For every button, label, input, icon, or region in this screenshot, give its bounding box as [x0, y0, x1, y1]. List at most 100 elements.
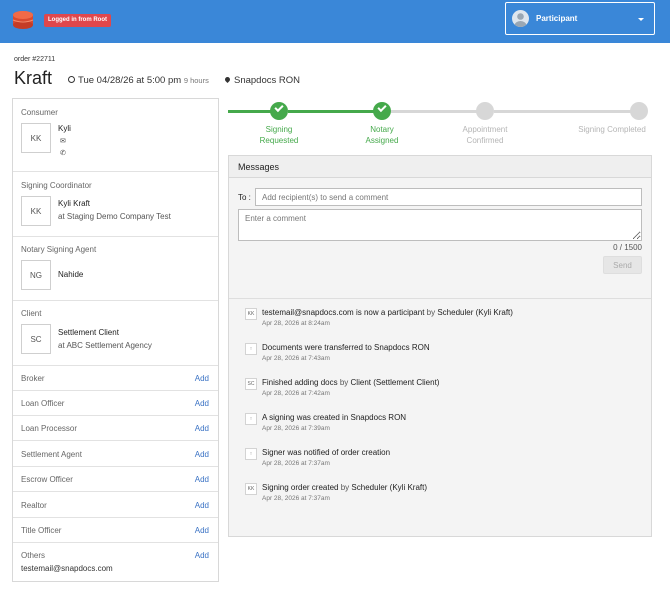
messages-title: Messages	[238, 162, 280, 172]
page-title: Kraft	[14, 68, 53, 88]
clock-icon	[68, 76, 75, 83]
add-title-officer-link[interactable]: Add	[195, 526, 209, 535]
activity-actor: Scheduler (Kyli Kraft)	[351, 483, 428, 492]
avatar: KK	[21, 196, 51, 226]
activity-message: Signer was notified of order creation	[262, 448, 391, 457]
order-duration: 9 hours	[183, 76, 209, 85]
avatar: KK	[245, 308, 257, 320]
section-title: Signing Coordinator	[21, 181, 92, 190]
role-label: Settlement Agent	[21, 450, 82, 459]
system-arrow-icon: ↑	[245, 413, 257, 425]
order-date-text: Tue 04/28/26 at 5:00 pm	[78, 75, 182, 86]
activity-timestamp: Apr 28, 2026 at 7:39am	[262, 425, 330, 432]
top-navbar: Logged in from Root Participant	[0, 0, 670, 43]
add-loan-officer-link[interactable]: Add	[195, 399, 209, 408]
activity-message: Finished adding docs	[262, 378, 338, 387]
consumer-section: Consumer KK Kyli ✉ ✆	[13, 99, 218, 172]
add-escrow-officer-link[interactable]: Add	[195, 475, 209, 484]
activity-actor: Client (Settlement Client)	[350, 378, 440, 387]
progress-line	[288, 110, 383, 113]
activity-text: A signing was created in Snapdocs RON	[262, 413, 406, 422]
messages-header: Messages	[229, 156, 651, 178]
character-counter: 0 / 1500	[613, 243, 642, 252]
avatar: KK	[21, 123, 51, 153]
avatar: KK	[245, 483, 257, 495]
progress-line	[494, 110, 636, 113]
activity-by: by	[339, 378, 349, 387]
step-label: Signing Requested	[249, 124, 309, 146]
step-label: Notary Assigned	[352, 124, 412, 146]
role-row-broker: Broker Add	[13, 366, 218, 391]
role-label: Escrow Officer	[21, 475, 73, 484]
step-label-line: Signing Completed	[578, 125, 646, 134]
participant-name[interactable]: Settlement Client	[58, 328, 119, 337]
activity-text: Finished adding docs by Client (Settleme…	[262, 378, 439, 387]
activity-timestamp: Apr 28, 2026 at 7:37am	[262, 495, 330, 502]
activity-text: Signer was notified of order creation	[262, 448, 390, 457]
add-loan-processor-link[interactable]: Add	[195, 424, 209, 433]
participant-company: at ABC Settlement Agency	[58, 341, 152, 350]
step-appointment-confirmed	[476, 102, 494, 120]
role-row-loan-officer: Loan Officer Add	[13, 391, 218, 416]
recipients-input[interactable]	[255, 188, 642, 206]
add-others-link[interactable]: Add	[195, 551, 209, 560]
phone-icon[interactable]: ✆	[60, 149, 66, 157]
map-pin-icon	[223, 75, 232, 84]
to-label: To :	[238, 193, 251, 202]
progress-line	[391, 110, 486, 113]
others-email: testemail@snapdocs.com	[21, 564, 113, 573]
snapdocs-logo-icon[interactable]	[12, 9, 34, 31]
step-label-line: Signing	[265, 125, 293, 134]
logged-in-root-badge: Logged in from Root	[44, 14, 111, 27]
order-datetime: Tue 04/28/26 at 5:00 pm 9 hours	[68, 75, 209, 86]
participant-company: at Staging Demo Company Test	[58, 212, 171, 221]
step-label-line: Requested	[259, 136, 299, 145]
add-settlement-agent-link[interactable]: Add	[195, 450, 209, 459]
step-label: Appointment Confirmed	[450, 124, 520, 146]
activity-message: A signing was created in Snapdocs RON	[262, 413, 407, 422]
coordinator-section: Signing Coordinator KK Kyli Kraft at Sta…	[13, 172, 218, 237]
participant-dropdown[interactable]: Participant	[505, 2, 655, 35]
step-signing-requested	[270, 102, 288, 120]
avatar: SC	[245, 378, 257, 390]
section-title: Notary Signing Agent	[21, 245, 97, 254]
activity-actor: Scheduler (Kyli Kraft)	[437, 308, 513, 317]
activity-text: Documents were transferred to Snapdocs R…	[262, 343, 430, 352]
role-label: Loan Processor	[21, 424, 78, 433]
add-realtor-link[interactable]: Add	[195, 501, 209, 510]
participant-name[interactable]: Kyli	[58, 124, 71, 133]
participant-name[interactable]: Nahide	[58, 270, 83, 279]
role-label: Broker	[21, 374, 45, 383]
step-label-line: Appointment	[462, 125, 508, 134]
activity-timestamp: Apr 28, 2026 at 8:24am	[262, 320, 330, 327]
notary-section: Notary Signing Agent NG Nahide	[13, 237, 218, 301]
email-icon[interactable]: ✉	[60, 137, 66, 145]
step-label: Signing Completed	[572, 124, 652, 135]
role-row-others: Others Add testemail@snapdocs.com	[13, 543, 218, 581]
role-row-settlement-agent: Settlement Agent Add	[13, 442, 218, 467]
step-label-line: Assigned	[365, 136, 399, 145]
participants-panel: Consumer KK Kyli ✉ ✆ Signing Coordinator…	[12, 98, 219, 582]
activity-message: Documents were transferred to Snapdocs R…	[262, 343, 430, 352]
order-location: Snapdocs RON	[223, 75, 301, 86]
activity-text: Signing order created by Scheduler (Kyli…	[262, 483, 427, 492]
comment-textarea[interactable]	[238, 209, 642, 241]
section-title: Client	[21, 309, 42, 318]
role-row-realtor: Realtor Add	[13, 493, 218, 518]
order-location-text: Snapdocs RON	[234, 75, 301, 86]
role-row-title-officer: Title Officer Add	[13, 518, 218, 543]
add-broker-link[interactable]: Add	[195, 374, 209, 383]
step-notary-assigned	[373, 102, 391, 120]
participant-label: Participant	[536, 14, 578, 23]
role-label: Title Officer	[21, 526, 62, 535]
order-number: order #22711	[14, 56, 56, 63]
activity-by: by	[426, 308, 436, 317]
step-label-line: Confirmed	[466, 136, 504, 145]
check-icon	[377, 102, 387, 113]
client-section: Client SC Settlement Client at ABC Settl…	[13, 301, 218, 366]
step-label-line: Notary	[370, 125, 394, 134]
participant-name[interactable]: Kyli Kraft	[58, 199, 90, 208]
system-arrow-icon: ↑	[245, 343, 257, 355]
role-row-escrow-officer: Escrow Officer Add	[13, 467, 218, 492]
send-button[interactable]: Send	[603, 256, 642, 274]
